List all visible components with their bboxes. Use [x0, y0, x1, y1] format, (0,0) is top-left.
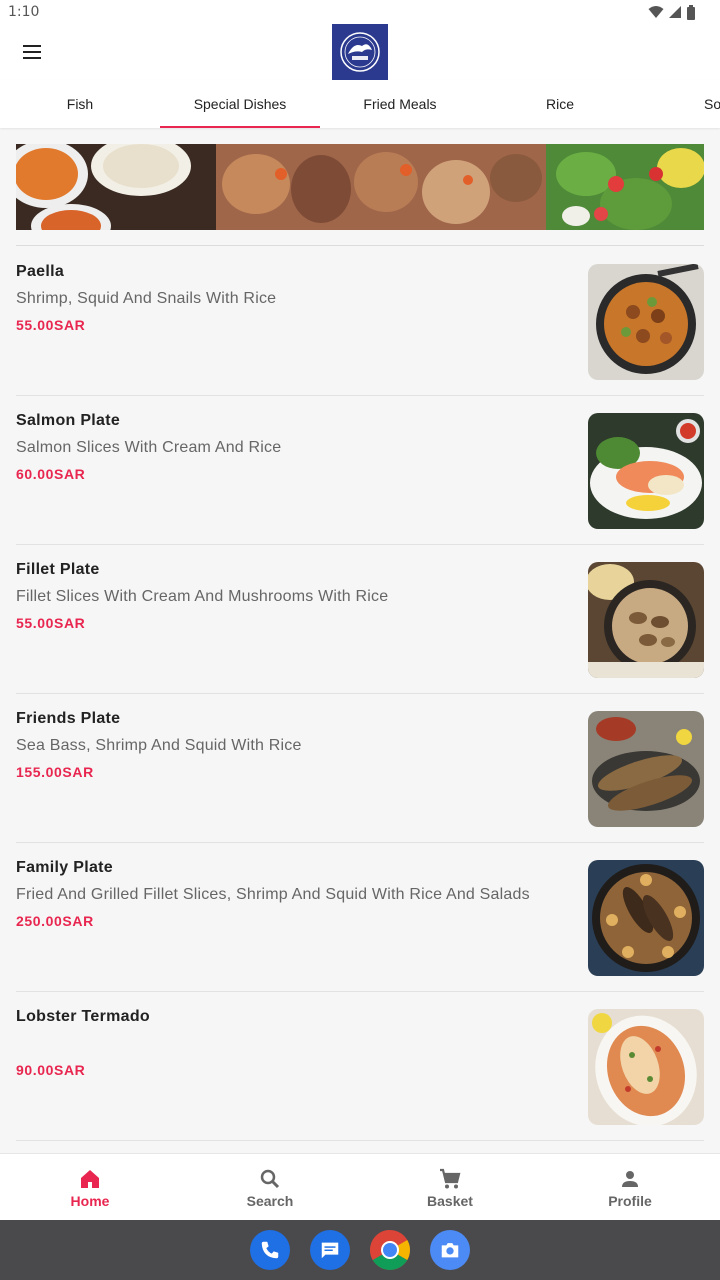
nav-home[interactable]: Home: [0, 1154, 180, 1220]
tab-label: Special Dishes: [193, 96, 287, 112]
item-description: Fillet Slices With Cream And Mushrooms W…: [16, 588, 389, 605]
nav-basket[interactable]: Basket: [360, 1154, 540, 1220]
item-price: 250.00SAR: [16, 913, 94, 929]
tab-label: So: [704, 96, 720, 112]
item-description: Shrimp, Squid And Snails With Rice: [16, 290, 277, 307]
item-price: 60.00SAR: [16, 466, 86, 482]
camera-app-icon[interactable]: [430, 1230, 470, 1270]
restaurant-logo: [332, 24, 388, 80]
chrome-app-icon[interactable]: [370, 1230, 410, 1270]
nav-profile[interactable]: Profile: [540, 1154, 720, 1220]
item-price: 55.00SAR: [16, 615, 86, 631]
item-description: Fried And Grilled Fillet Slices, Shrimp …: [16, 886, 530, 903]
category-banner-image: [16, 144, 704, 230]
item-name: Family Plate: [16, 859, 113, 876]
tab-label: Rice: [545, 96, 574, 112]
menu-item-card[interactable]: Family Plate Fried And Grilled Fillet Sl…: [16, 843, 704, 992]
item-photo: [588, 1009, 704, 1125]
person-icon: [622, 1171, 638, 1187]
messages-app-icon[interactable]: [310, 1230, 350, 1270]
item-name: Lobster Termado: [16, 1008, 150, 1025]
logo-emblem-icon: [340, 32, 380, 72]
status-time: 1:10: [8, 4, 40, 20]
tab-label: Fried Meals: [363, 96, 437, 112]
menu-button[interactable]: [12, 32, 52, 72]
menu-item-card[interactable]: Paella Shrimp, Squid And Snails With Ric…: [16, 247, 704, 396]
category-tabs: Fish Special Dishes Fried Meals Rice So: [0, 80, 720, 128]
item-price: 90.00SAR: [16, 1062, 86, 1078]
menu-item-card[interactable]: Lobster Termado 90.00SAR: [16, 992, 704, 1141]
item-photo: [588, 413, 704, 529]
tab-fish[interactable]: Fish: [0, 80, 160, 128]
menu-item-card[interactable]: Salmon Plate Salmon Slices With Cream An…: [16, 396, 704, 545]
banner-divider: [16, 245, 704, 246]
wifi-icon: [648, 6, 664, 18]
item-photo: [588, 860, 704, 976]
item-photo: [588, 562, 704, 678]
item-description: Sea Bass, Shrimp And Squid With Rice: [16, 737, 302, 754]
hamburger-icon: [23, 45, 41, 59]
nav-label: Search: [246, 1193, 294, 1209]
signal-icon: [669, 6, 681, 18]
item-description: Salmon Slices With Cream And Rice: [16, 439, 282, 456]
item-price: 155.00SAR: [16, 764, 94, 780]
nav-label: Profile: [608, 1193, 652, 1209]
item-photo: [588, 711, 704, 827]
app-bar: [0, 24, 720, 80]
nav-search[interactable]: Search: [180, 1154, 360, 1220]
tab-special-dishes[interactable]: Special Dishes: [160, 80, 320, 128]
item-photo: [588, 264, 704, 380]
nav-label: Basket: [427, 1193, 473, 1209]
item-name: Friends Plate: [16, 710, 121, 727]
phone-app-icon[interactable]: [250, 1230, 290, 1270]
bottom-navigation: Home Search Basket Profile: [0, 1153, 720, 1220]
menu-item-card[interactable]: Fillet Plate Fillet Slices With Cream An…: [16, 545, 704, 694]
item-name: Paella: [16, 263, 65, 280]
status-icons: [648, 4, 696, 20]
nav-label: Home: [70, 1193, 110, 1209]
status-bar: 1:10: [0, 0, 720, 24]
item-name: Salmon Plate: [16, 412, 121, 429]
tab-fried-meals[interactable]: Fried Meals: [320, 80, 480, 128]
tab-soups[interactable]: So: [680, 80, 720, 128]
system-dock: [0, 1220, 720, 1280]
search-icon: [260, 1169, 280, 1189]
battery-icon: [687, 4, 695, 20]
home-icon: [81, 1170, 99, 1188]
item-price: 55.00SAR: [16, 317, 86, 333]
menu-item-card[interactable]: Friends Plate Sea Bass, Shrimp And Squid…: [16, 694, 704, 843]
tab-rice[interactable]: Rice: [480, 80, 640, 128]
item-name: Fillet Plate: [16, 561, 100, 578]
cart-icon: [440, 1168, 461, 1189]
tab-label: Fish: [66, 96, 94, 112]
